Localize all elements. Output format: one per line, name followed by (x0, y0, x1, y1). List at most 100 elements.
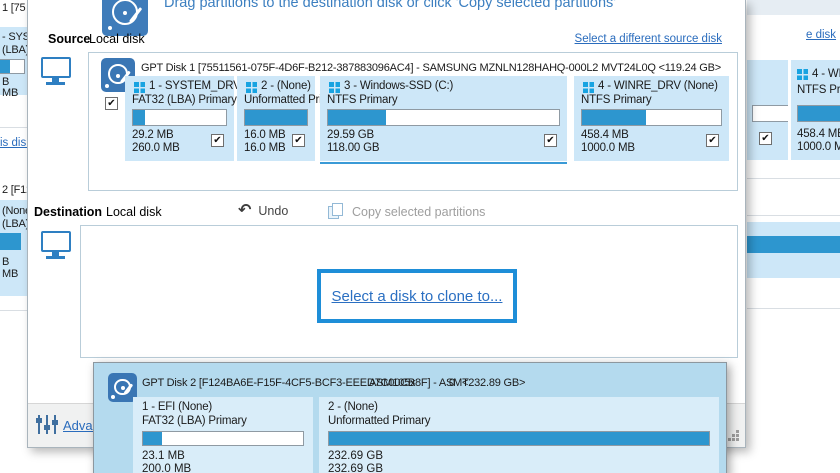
bg-usage-bar (0, 59, 25, 74)
bg-text: 1000.0 MB (797, 141, 840, 153)
undo-icon: ↶ (238, 204, 251, 218)
bg-usage-bar (797, 105, 840, 122)
partition-tile-3[interactable]: 3 - Windows-SSD (C:) NTFS Primary 29.59 … (320, 76, 567, 161)
undo-label: Undo (258, 204, 288, 218)
bg-divider (747, 215, 840, 216)
partition-fs: FAT32 (LBA) Primary (132, 94, 237, 106)
partition-fs: Unformatted Primary (328, 415, 430, 427)
windows-flag-icon (134, 82, 145, 93)
usage-bar (142, 431, 304, 446)
partition-size: 1000.0 MB (581, 142, 635, 154)
partition-tile-2[interactable]: 2 - (None) Unformatted Primary 16.0 MB 1… (237, 76, 315, 161)
bg-text: NTFS Prim (797, 84, 840, 96)
bg-left-partition-tile-2: (None (LBA) B MB (0, 200, 27, 296)
disk2-title: GPT Disk 2 [F124BA6E-F15F-4CF5-BCF3-EEED… (142, 377, 469, 389)
disk1-title: GPT Disk 1 [75511561-075F-4D6F-B212-3878… (141, 62, 721, 74)
bg-text: (LBA) (2, 218, 29, 230)
windows-flag-icon (246, 82, 257, 93)
partition-checkbox[interactable] (706, 134, 719, 147)
partition-tile-1[interactable]: 1 - SYSTEM_DRV (None) FAT32 (LBA) Primar… (125, 76, 234, 161)
bg-text: MB (2, 268, 18, 280)
destination-type: Local disk (106, 205, 162, 219)
disk2-model: ASM105x (369, 377, 415, 389)
bg-left-disk-header: 1 [75 (2, 2, 27, 14)
source-label: Source (48, 32, 90, 46)
windows-flag-icon (797, 69, 808, 80)
partition-size: 118.00 GB (327, 142, 379, 154)
bg-left-partition-tile-1: - SYST (LBA) B MB (0, 27, 27, 95)
bg-checkbox (759, 132, 772, 145)
windows-flag-icon (329, 82, 340, 93)
copy-label: Copy selected partitions (352, 205, 485, 219)
partition-checkbox[interactable] (544, 134, 557, 147)
partition-used: 29.2 MB (132, 129, 173, 141)
undo-button[interactable]: ↶ Undo (238, 204, 288, 218)
disk2-capacity: <232.89 GB> (462, 377, 525, 389)
partition-name: 2 - (None) (328, 401, 378, 413)
partition-size: 200.0 MB (142, 463, 191, 473)
source-disk-box: GPT Disk 1 [75511561-075F-4D6F-B212-3878… (88, 52, 738, 191)
bg-right-band (747, 222, 840, 278)
partition-fs: FAT32 (LBA) Primary (142, 415, 247, 427)
partition-size: 232.69 GB (328, 463, 383, 473)
bg-text: B (2, 256, 9, 268)
disk1-checkbox[interactable] (105, 97, 118, 110)
destination-disk-box: Select a disk to clone to... (80, 225, 738, 358)
destination-label: Destination (34, 205, 102, 219)
screen: 1 [75 - SYST (LBA) B MB is disk 2 [F12 (… (0, 0, 840, 473)
partition-used: 16.0 MB (244, 129, 285, 141)
disk2-index: 0 (449, 377, 455, 389)
partition-fs: NTFS Primary (581, 94, 651, 106)
select-disk-to-clone-link[interactable]: Select a disk to clone to... (332, 288, 503, 305)
usage-bar (581, 109, 722, 126)
partition3-selection-underline (320, 162, 567, 164)
partition-size: 16.0 MB (244, 142, 285, 154)
partition-fs: NTFS Primary (327, 94, 397, 106)
usage-bar (327, 109, 560, 126)
partition-used: 232.69 GB (328, 450, 383, 462)
clone-wizard-icon (102, 0, 148, 36)
partition-used: 23.1 MB (142, 450, 185, 462)
computer-monitor-icon (41, 231, 71, 252)
bg-divider (747, 308, 840, 309)
select-source-disk-link[interactable]: Select a different source disk (575, 33, 722, 45)
partition-checkbox[interactable] (292, 134, 305, 147)
partition-name: 1 - EFI (None) (142, 401, 212, 413)
partition-name: 2 - (None) (261, 80, 311, 92)
partition-used: 29.59 GB (327, 129, 374, 141)
partition-tile-4[interactable]: 4 - WINRE_DRV (None) NTFS Primary 458.4 … (574, 76, 729, 161)
bg-usage-bar (747, 236, 840, 253)
popup-partition-tile-1[interactable]: 1 - EFI (None) FAT32 (LBA) Primary 23.1 … (133, 397, 313, 473)
advanced-options-sliders-icon (35, 414, 59, 436)
bg-text: (LBA) (2, 44, 29, 56)
popup-partition-tile-2[interactable]: 2 - (None) Unformatted Primary 232.69 GB… (319, 397, 719, 473)
copy-selected-partitions-button[interactable]: Copy selected partitions (328, 203, 485, 220)
bg-divider (0, 310, 27, 311)
bg-text: 458.4 MB (797, 128, 840, 140)
select-destination-frame[interactable]: Select a disk to clone to... (317, 269, 517, 323)
bg-usage-bar (0, 233, 21, 250)
usage-bar (328, 431, 710, 446)
bg-divider (747, 178, 840, 179)
bg-usage-bar (752, 105, 788, 122)
bg-divider (0, 127, 27, 128)
resize-grip[interactable] (728, 430, 731, 433)
partition-size: 260.0 MB (132, 142, 180, 154)
partition-checkbox[interactable] (211, 134, 224, 147)
bg-right-topband (747, 0, 840, 15)
usage-bar (244, 109, 308, 126)
bg-text: MB (2, 87, 18, 99)
source-type: Local disk (89, 32, 145, 46)
bg-right-partition-tile-tail (747, 60, 788, 160)
windows-flag-icon (583, 82, 594, 93)
bg-right-partition-tile-4: 4 - WI NTFS Prim 458.4 MB 1000.0 MB (791, 60, 840, 160)
partition-used: 458.4 MB (581, 129, 629, 141)
bg-text: 4 - WI (812, 68, 840, 80)
copy-icon (328, 203, 345, 220)
partition-name: 4 - WINRE_DRV (None) (598, 80, 718, 92)
partition-name: 3 - Windows-SSD (C:) (344, 80, 453, 92)
dialog-title: Drag partitions to the destination disk … (164, 0, 616, 11)
disk2-popup[interactable]: GPT Disk 2 [F124BA6E-F15F-4CF5-BCF3-EEED… (93, 362, 727, 473)
computer-monitor-icon (41, 57, 71, 78)
usage-bar (132, 109, 227, 126)
